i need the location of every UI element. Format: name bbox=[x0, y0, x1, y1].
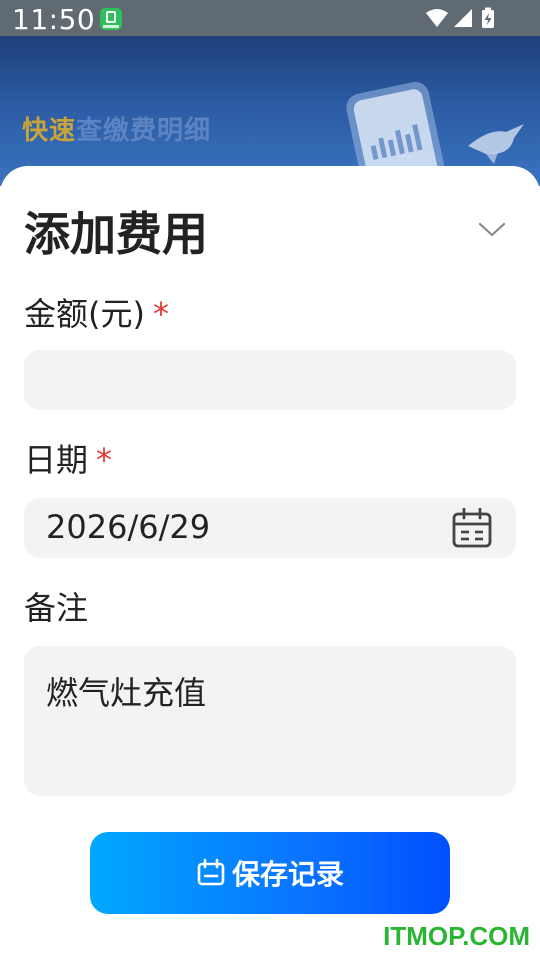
note-value: 燃气灶充值 bbox=[46, 674, 207, 712]
date-required-mark: * bbox=[96, 441, 113, 479]
note-label-text: 备注 bbox=[24, 589, 89, 627]
date-field[interactable]: 2026/6/29 bbox=[24, 498, 516, 558]
amount-label: 金额(元) * bbox=[24, 294, 169, 334]
calendar-icon[interactable] bbox=[452, 508, 492, 548]
battery-charging-icon bbox=[482, 7, 494, 28]
amount-input[interactable] bbox=[24, 350, 516, 410]
green-app-notification-icon bbox=[100, 8, 122, 30]
save-record-label: 保存记录 bbox=[231, 858, 344, 891]
paper-bird-icon bbox=[468, 124, 524, 164]
signal-icon bbox=[454, 9, 472, 27]
note-textarea[interactable]: 燃气灶充值 bbox=[24, 646, 516, 796]
status-time: 11:50 bbox=[12, 3, 96, 36]
status-bar: 11:50 bbox=[0, 0, 540, 36]
save-record-button[interactable]: 保存记录 bbox=[90, 832, 450, 914]
wifi-icon bbox=[426, 9, 448, 27]
date-label-text: 日期 bbox=[24, 441, 89, 479]
save-record-icon bbox=[197, 858, 225, 886]
banner-slogan-rest: 查缴费明细 bbox=[76, 116, 212, 146]
status-icons bbox=[426, 7, 494, 28]
banner-slogan-highlight: 快速 bbox=[22, 116, 77, 146]
site-watermark: ITMOP.COM bbox=[383, 921, 530, 951]
date-label: 日期 * bbox=[24, 440, 112, 480]
app-screen: 11:50 快速查缴费明细 添加费用 金额(元) * 日期 * 2026/6/2… bbox=[0, 0, 540, 960]
date-value: 2026/6/29 bbox=[46, 508, 211, 546]
promo-banner: 快速查缴费明细 bbox=[0, 36, 540, 186]
note-label: 备注 bbox=[24, 588, 88, 628]
banner-slogan: 快速查缴费明细 bbox=[22, 110, 211, 147]
add-expense-sheet: 添加费用 金额(元) * 日期 * 2026/6/29 备注 燃气灶充值 保存记… bbox=[0, 166, 540, 960]
amount-label-text: 金额(元) bbox=[24, 295, 145, 333]
amount-required-mark: * bbox=[152, 295, 169, 333]
sheet-title: 添加费用 bbox=[24, 207, 208, 261]
chevron-down-icon[interactable] bbox=[474, 214, 510, 244]
